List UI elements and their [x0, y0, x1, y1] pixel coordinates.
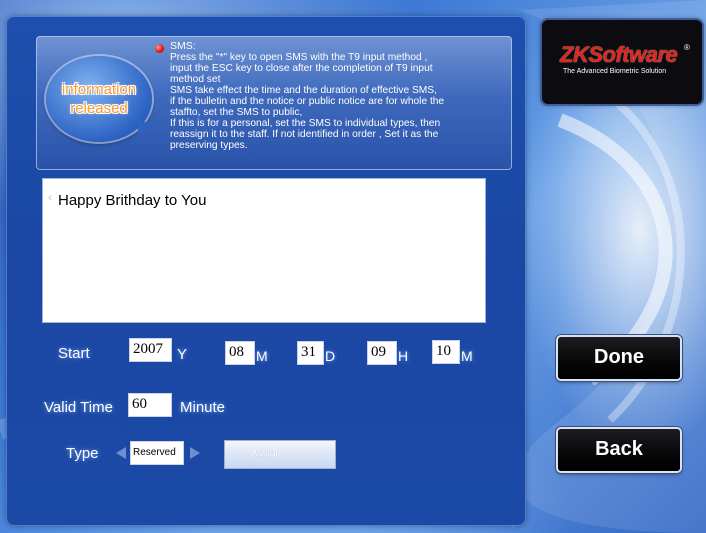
- valid-time-field[interactable]: 60: [128, 393, 172, 417]
- brand-tagline: The Advanced Biometric Solution: [563, 68, 667, 75]
- done-button[interactable]: Done: [558, 337, 680, 379]
- badge-line-2: released: [70, 100, 128, 117]
- sms-title: SMS:: [170, 40, 196, 52]
- arrow-left-icon[interactable]: [116, 447, 126, 459]
- assign-button[interactable]: Assign: [224, 440, 336, 469]
- day-unit: D: [325, 348, 336, 364]
- valid-time-unit: Minute: [180, 399, 226, 416]
- start-month-field[interactable]: 08: [225, 341, 255, 365]
- month-unit: M: [256, 348, 268, 364]
- red-bullet-icon: [155, 44, 164, 53]
- information-released-badge: information released: [46, 56, 152, 142]
- brand-name: ZKSoftware: [560, 42, 678, 67]
- type-label: Type: [66, 445, 99, 462]
- start-year-field[interactable]: 2007: [129, 338, 172, 362]
- start-day-field[interactable]: 31: [297, 341, 324, 365]
- message-text: Happy Brithday to You: [58, 192, 207, 209]
- back-button[interactable]: Back: [558, 429, 680, 471]
- registered-mark: ®: [684, 43, 690, 52]
- start-hour-field[interactable]: 09: [367, 341, 397, 365]
- arrow-right-icon[interactable]: [190, 447, 200, 459]
- scroll-left-icon: ‹: [48, 190, 52, 204]
- valid-time-label: Valid Time: [44, 399, 113, 416]
- sms-help-text: Press the "*" key to open SMS with the T…: [170, 52, 445, 151]
- start-label: Start: [58, 345, 90, 362]
- bubble-tail: [138, 118, 152, 134]
- hour-unit: H: [398, 348, 409, 364]
- badge-line-1: information: [61, 81, 137, 98]
- type-select[interactable]: Reserved: [130, 441, 184, 465]
- minute-unit: M: [461, 348, 473, 364]
- year-unit: Y: [177, 346, 188, 363]
- start-minute-field[interactable]: 10: [432, 340, 460, 364]
